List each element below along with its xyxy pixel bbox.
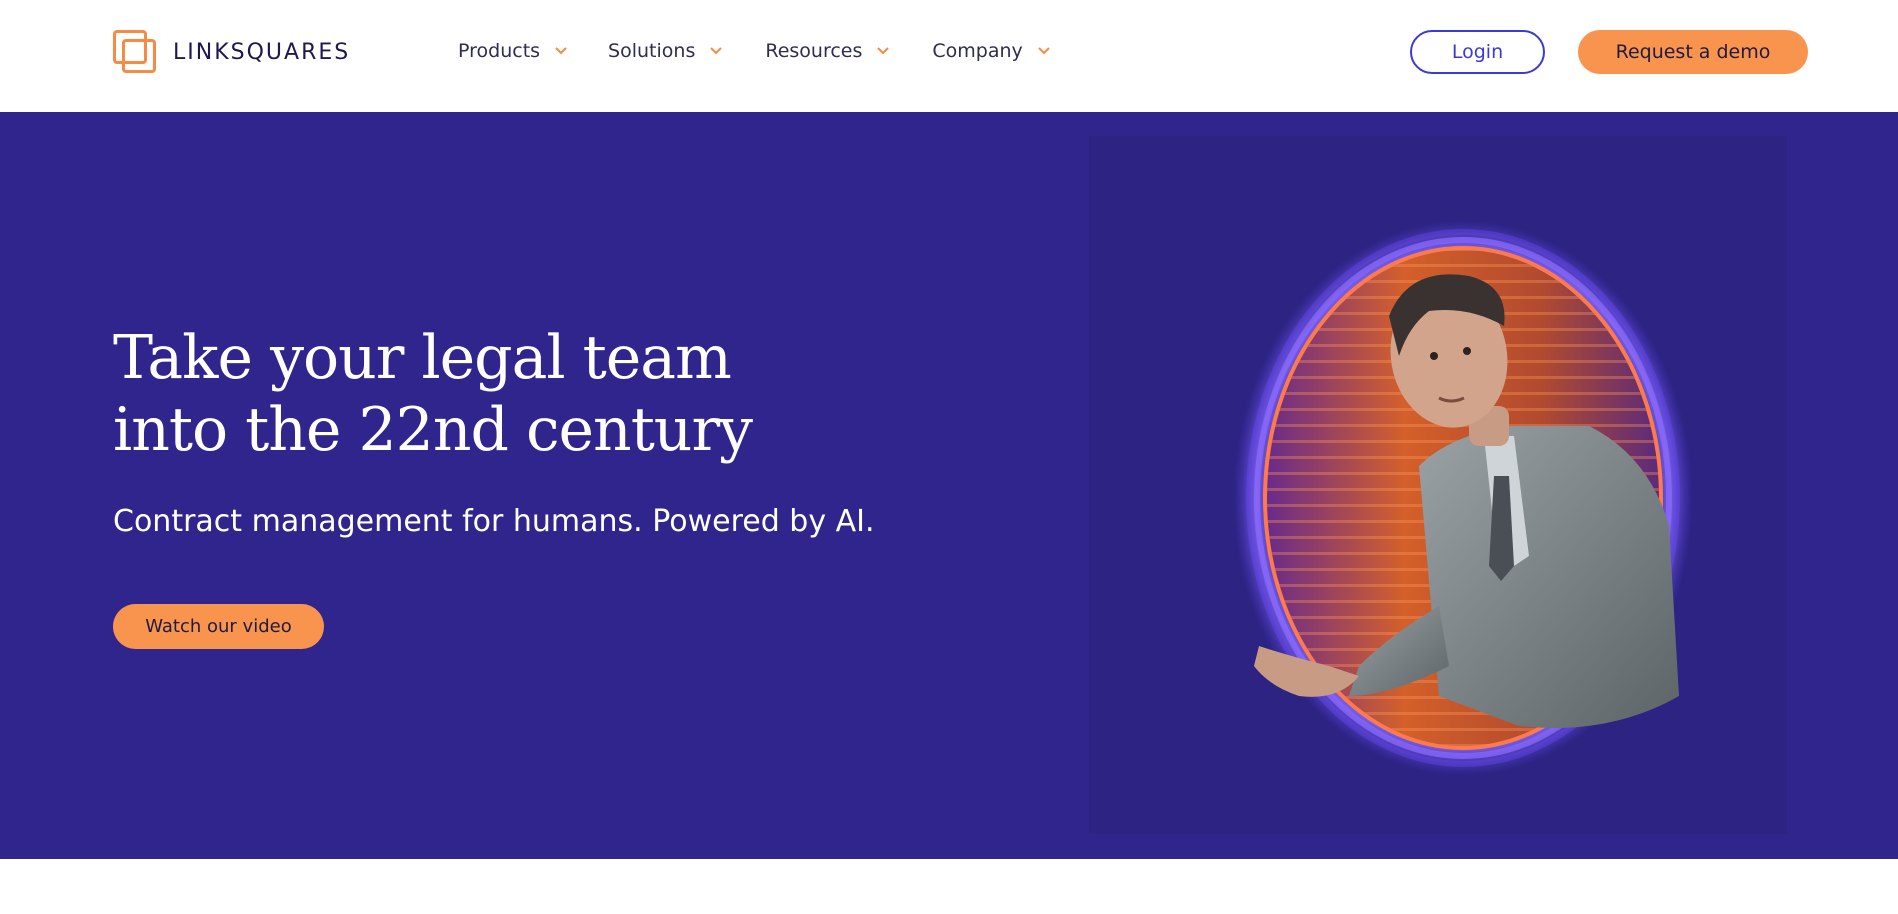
main-nav: Products Solutions Resources Company [458,40,1093,62]
linksquares-logo[interactable]: LINKSQUARES [113,30,350,74]
site-header: LINKSQUARES Products Solutions Resources… [0,0,1898,112]
headline-line-2: into the 22nd century [113,395,753,465]
linksquares-logo-icon [113,30,157,74]
nav-item-products[interactable]: Products [458,40,568,62]
hero-section: Take your legal team into the 22nd centu… [0,112,1898,859]
nav-item-resources[interactable]: Resources [765,40,890,62]
nav-label: Solutions [608,40,696,62]
request-demo-button[interactable]: Request a demo [1578,30,1808,74]
logo-text: LINKSQUARES [173,39,351,65]
hero-headline: Take your legal team into the 22nd centu… [113,322,813,466]
hero-media-panel [1089,136,1787,834]
headline-line-1: Take your legal team [113,323,732,393]
portal-illustration [1233,220,1693,776]
watch-video-button[interactable]: Watch our video [113,604,324,649]
nav-label: Products [458,40,541,62]
chevron-down-icon [1038,47,1050,55]
nav-item-solutions[interactable]: Solutions [608,40,723,62]
chevron-down-icon [877,47,890,55]
nav-label: Company [932,40,1023,62]
nav-label: Resources [765,40,863,62]
login-button[interactable]: Login [1410,30,1545,74]
chevron-down-icon [710,47,723,55]
chevron-down-icon [555,47,567,55]
nav-item-company[interactable]: Company [932,40,1050,62]
hero-subheadline: Contract management for humans. Powered … [113,504,875,539]
